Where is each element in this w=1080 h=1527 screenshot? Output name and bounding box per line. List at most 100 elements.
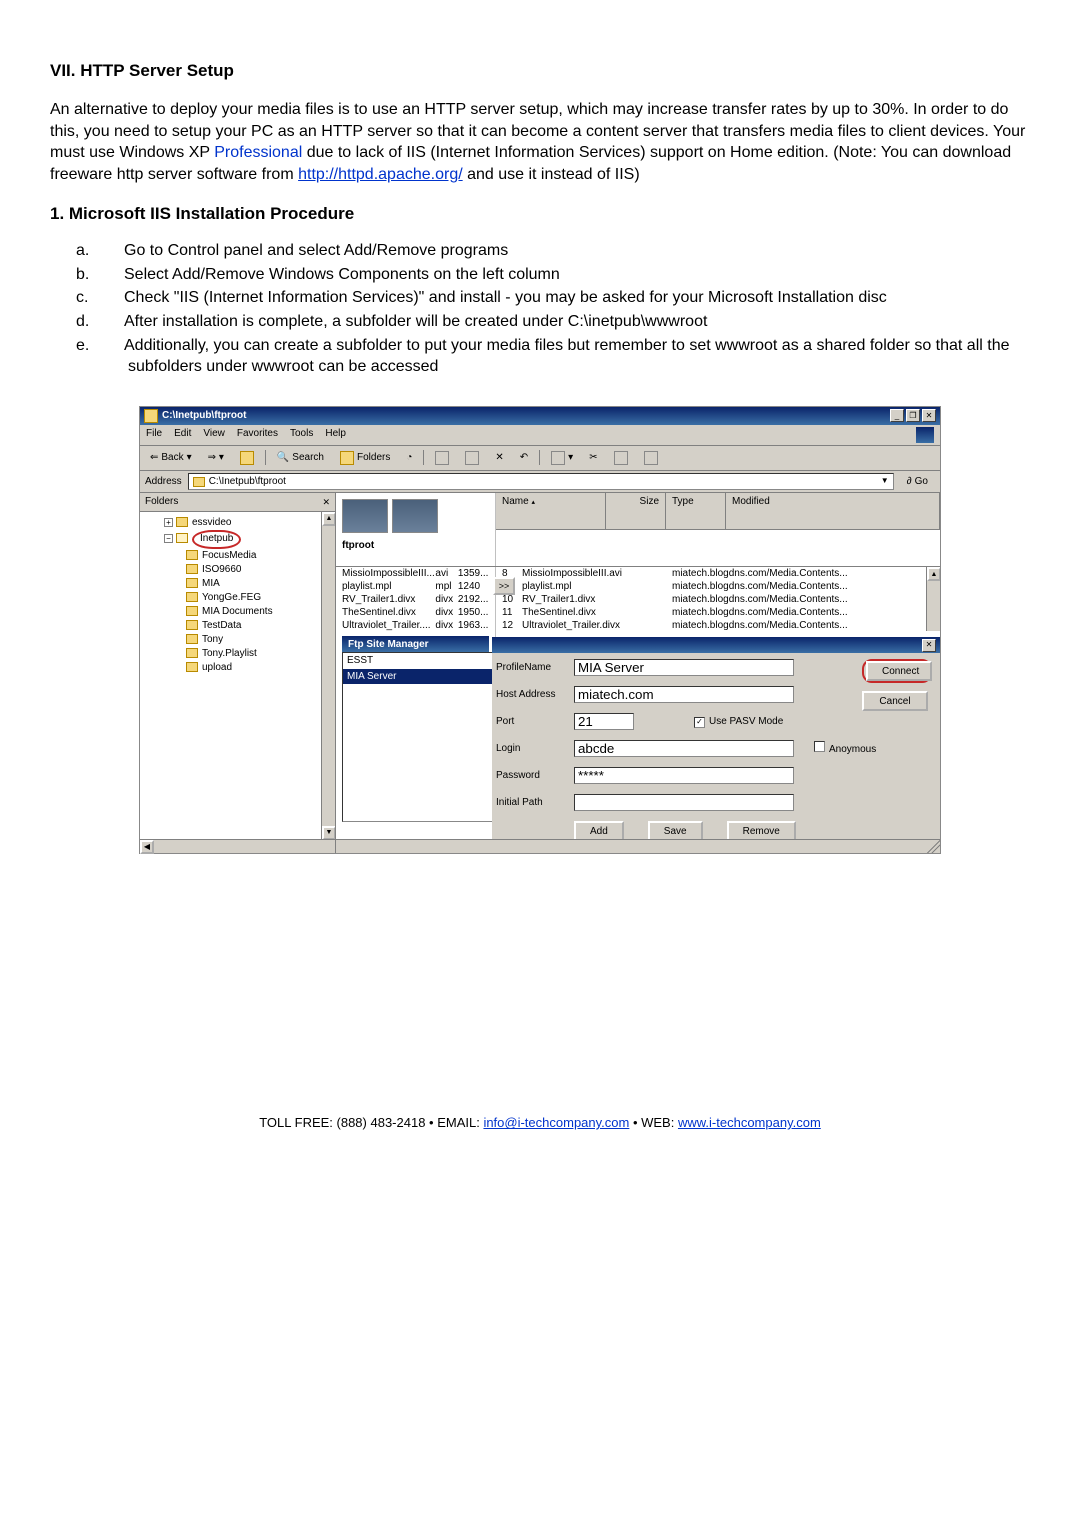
tree-essvideo[interactable]: essvideo (192, 517, 231, 528)
subsection-heading: 1. Microsoft IIS Installation Procedure (50, 203, 1030, 226)
back-button[interactable]: ⇐ Back ▾ (145, 449, 197, 467)
input-host[interactable] (574, 686, 794, 703)
footer-web-link[interactable]: www.i-techcompany.com (678, 1115, 821, 1130)
address-input[interactable]: C:\Inetpub\ftproot ▼ (188, 473, 894, 490)
menu-file[interactable]: File (146, 427, 162, 443)
scroll-down-icon[interactable]: ▼ (322, 826, 335, 840)
tree-tony[interactable]: Tony (202, 634, 223, 645)
tree-inetpub[interactable]: Inetpub (192, 530, 241, 549)
forward-button[interactable]: ⇒ ▾ (203, 449, 229, 467)
folders-button[interactable]: Folders (335, 449, 395, 467)
tree-focusmedia[interactable]: FocusMedia (202, 550, 256, 561)
cancel-button[interactable]: Cancel (862, 691, 928, 711)
col-type[interactable]: Type (666, 493, 726, 529)
step-c: c.Check "IIS (Internet Information Servi… (102, 287, 1030, 309)
folder-tree[interactable]: + essvideo − Inetpub FocusMedia ISO9660 MI… (140, 512, 321, 840)
add-button[interactable]: Add (574, 821, 624, 839)
file-r0-m: miatech.blogdns.com/Media.Contents... (672, 567, 934, 580)
input-profile[interactable] (574, 659, 794, 676)
search-button[interactable]: 🔍 Search (272, 449, 329, 467)
tb-copy[interactable] (609, 449, 633, 467)
col-size[interactable]: Size (606, 493, 666, 529)
ftp-site-esst[interactable]: ESST (343, 653, 501, 669)
file-l3-n[interactable]: TheSentinel.divx (342, 606, 435, 619)
file-r4-n[interactable]: Ultraviolet_Trailer.divx (522, 619, 672, 632)
tree-yongge[interactable]: YongGe.FEG (202, 592, 261, 603)
ftp-site-mia[interactable]: MIA Server (343, 669, 501, 685)
folders-close-icon[interactable]: ✕ (322, 496, 330, 508)
footer-email-link[interactable]: info@i-techcompany.com (483, 1115, 629, 1130)
checkbox-anon[interactable] (814, 741, 825, 752)
save-button[interactable]: Save (648, 821, 703, 839)
apache-link[interactable]: http://httpd.apache.org/ (298, 166, 463, 183)
tb-views[interactable]: ▾ (546, 449, 578, 467)
close-button[interactable]: ✕ (922, 409, 936, 422)
collapse-icon[interactable]: − (164, 534, 173, 543)
tb-delete[interactable]: ✕ (490, 449, 508, 467)
tree-mia[interactable]: MIA (202, 578, 220, 589)
file-r0-n[interactable]: MissioImpossibleIII.avi (522, 567, 672, 580)
transfer-button[interactable]: >> (493, 577, 515, 595)
maximize-button[interactable]: ❐ (906, 409, 920, 422)
file-r2-n[interactable]: RV_Trailer1.divx (522, 593, 672, 606)
menu-favorites[interactable]: Favorites (237, 427, 278, 443)
tree-miadocs[interactable]: MIA Documents (202, 606, 273, 617)
menu-view[interactable]: View (203, 427, 225, 443)
ftp-sites-list[interactable]: ESST MIA Server (342, 652, 502, 822)
menu-help[interactable]: Help (325, 427, 346, 443)
tb-paste[interactable] (639, 449, 663, 467)
resize-grip-icon[interactable] (926, 840, 940, 853)
bottom-scrollbar[interactable] (336, 839, 940, 853)
history-button[interactable]: ◔ (401, 449, 417, 467)
ftp-close-button[interactable]: ✕ (922, 639, 936, 652)
menu-tools[interactable]: Tools (290, 427, 313, 443)
ftp-title-bar[interactable]: Ftp Site Manager (342, 636, 489, 652)
input-initial[interactable] (574, 794, 794, 811)
file-r2-m: miatech.blogdns.com/Media.Contents... (672, 593, 934, 606)
tb-icon-1[interactable] (430, 449, 454, 467)
step-a: a.Go to Control panel and select Add/Rem… (102, 240, 1030, 262)
menu-bar: File Edit View Favorites Tools Help (140, 425, 940, 446)
tree-scrollbar[interactable]: ▲ ▼ (321, 512, 335, 840)
file-l0-e: avi (435, 567, 457, 580)
file-r1-n[interactable]: playlist.mpl (522, 580, 672, 593)
minimize-button[interactable]: _ (890, 409, 904, 422)
menu-edit[interactable]: Edit (174, 427, 191, 443)
tb-cut[interactable]: ✂ (584, 449, 602, 467)
step-a-text: Go to Control panel and select Add/Remov… (124, 242, 508, 259)
col-name[interactable]: Name ▴ (496, 493, 606, 529)
col-modified[interactable]: Modified (726, 493, 940, 529)
tree-iso9660[interactable]: ISO9660 (202, 564, 241, 575)
right-scrollbar[interactable]: ▲ (926, 567, 940, 631)
title-bar[interactable]: C:\Inetpub\ftproot _ ❐ ✕ (140, 407, 940, 425)
file-l1-n[interactable]: playlist.mpl (342, 580, 435, 593)
connect-button[interactable]: Connect (866, 661, 932, 681)
tree-tonyplaylist[interactable]: Tony.Playlist (202, 648, 257, 659)
remove-button[interactable]: Remove (727, 821, 796, 839)
input-port[interactable] (574, 713, 634, 730)
tree-upload[interactable]: upload (202, 662, 232, 673)
tree-scroll-left-icon[interactable]: ◀ (140, 840, 154, 854)
right-scroll-up-icon[interactable]: ▲ (927, 567, 940, 581)
input-password[interactable] (574, 767, 794, 784)
tb-icon-2[interactable] (460, 449, 484, 467)
file-r3-n[interactable]: TheSentinel.divx (522, 606, 672, 619)
file-l2-n[interactable]: RV_Trailer1.divx (342, 593, 435, 606)
scroll-up-icon[interactable]: ▲ (322, 512, 335, 526)
intro-paragraph: An alternative to deploy your media file… (50, 99, 1030, 185)
file-list-left[interactable]: MissioImpossibleIII...avi1359... playlis… (336, 567, 496, 839)
ftp-title-label: Ftp Site Manager (348, 638, 429, 652)
tree-testdata[interactable]: TestData (202, 620, 241, 631)
tb-undo[interactable]: ↶ (515, 449, 533, 467)
window-title: C:\Inetpub\ftproot (162, 409, 246, 423)
folders-pane: Folders ✕ +essvideo −Inetpub FocusMedia … (140, 493, 336, 853)
up-button[interactable] (235, 449, 259, 467)
go-button[interactable]: ∂ Go (900, 473, 935, 491)
file-list-right[interactable]: >> 8MissioImpossibleIII.avimiatech.blogd… (496, 567, 940, 839)
address-dropdown-icon[interactable]: ▼ (881, 476, 889, 487)
input-login[interactable] (574, 740, 794, 757)
expand-icon[interactable]: + (164, 518, 173, 527)
file-l4-n[interactable]: Ultraviolet_Trailer.... (342, 619, 435, 632)
file-l0-n[interactable]: MissioImpossibleIII... (342, 567, 435, 580)
checkbox-pasv[interactable]: ✓ (694, 717, 705, 728)
